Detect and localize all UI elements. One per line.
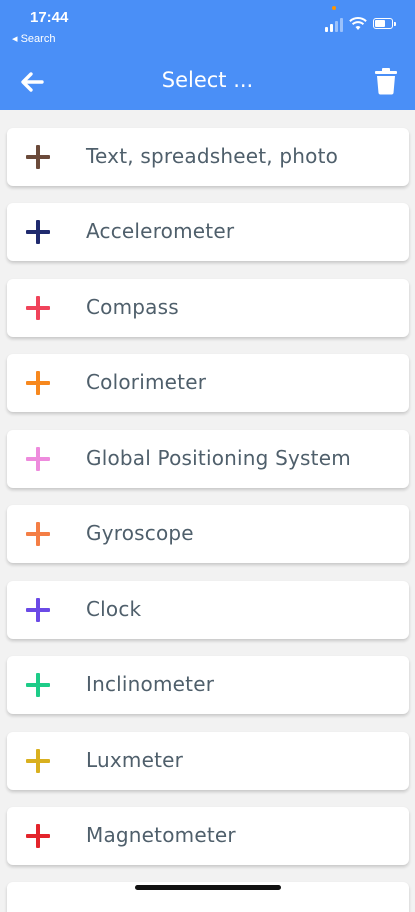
app-bar: 17:44 ◂ Search Select ... xyxy=(0,0,415,110)
plus-icon xyxy=(26,673,50,697)
plus-icon xyxy=(26,296,50,320)
list-item[interactable]: Accelerometer xyxy=(7,203,409,261)
home-indicator[interactable] xyxy=(135,885,281,890)
plus-icon xyxy=(26,447,50,471)
list-item[interactable]: Clock xyxy=(7,581,409,639)
plus-icon xyxy=(26,220,50,244)
list-item-label: Magnetometer xyxy=(86,823,236,847)
plus-icon xyxy=(26,824,50,848)
trash-icon[interactable] xyxy=(373,67,399,95)
list-item-label: Colorimeter xyxy=(86,370,207,394)
status-back-to-search[interactable]: ◂ Search xyxy=(12,32,55,45)
list-item-label: Compass xyxy=(86,295,179,319)
signal-bar xyxy=(325,27,328,32)
list-item[interactable]: Inclinometer xyxy=(7,656,409,714)
list-item-label: Gyroscope xyxy=(86,521,194,545)
plus-icon xyxy=(26,145,50,169)
privacy-indicator-dot xyxy=(332,6,336,10)
list-item-label: Inclinometer xyxy=(86,672,215,696)
list-item-label: Accelerometer xyxy=(86,219,235,243)
list-item-label: Clock xyxy=(86,597,142,621)
list-item-label: Luxmeter xyxy=(86,748,184,772)
status-icons xyxy=(325,16,397,32)
page-title: Select ... xyxy=(161,68,254,92)
signal-bar xyxy=(340,18,343,32)
battery-icon xyxy=(373,18,396,29)
signal-bar xyxy=(335,21,338,32)
list-item[interactable]: Compass xyxy=(7,279,409,337)
signal-bar xyxy=(330,24,333,32)
list-item[interactable]: Text, spreadsheet, photo xyxy=(7,128,409,186)
list-item-label: Text, spreadsheet, photo xyxy=(86,144,339,168)
list-item[interactable]: Magnetometer xyxy=(7,807,409,865)
list-item-label: Global Positioning System xyxy=(86,446,351,470)
list-item[interactable]: Gyroscope xyxy=(7,505,409,563)
list-item[interactable]: Luxmeter xyxy=(7,732,409,790)
list-item[interactable]: Colorimeter xyxy=(7,354,409,412)
plus-icon xyxy=(26,598,50,622)
wifi-icon xyxy=(349,17,367,30)
plus-icon xyxy=(26,371,50,395)
plus-icon xyxy=(26,522,50,546)
list-item[interactable]: Global Positioning System xyxy=(7,430,409,488)
plus-icon xyxy=(26,749,50,773)
status-time: 17:44 xyxy=(30,9,69,26)
